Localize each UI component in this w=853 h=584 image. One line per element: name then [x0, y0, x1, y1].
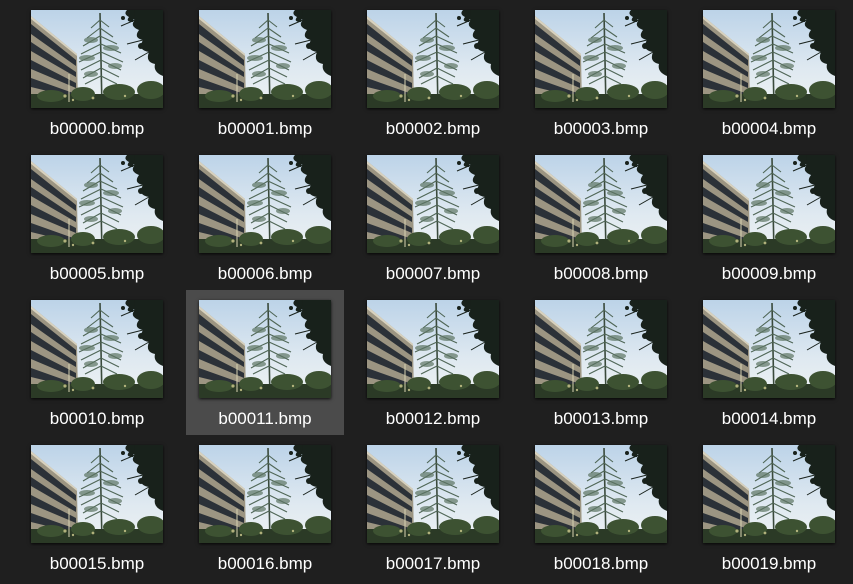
file-item[interactable]: b00018.bmp — [522, 435, 680, 580]
file-name-label: b00008.bmp — [553, 264, 649, 283]
file-name-label: b00018.bmp — [553, 554, 649, 573]
file-name-label: b00005.bmp — [49, 264, 145, 283]
file-thumbnail — [31, 155, 163, 253]
file-thumbnail — [199, 10, 331, 108]
file-thumbnail — [199, 155, 331, 253]
file-item[interactable]: b00016.bmp — [186, 435, 344, 580]
thumbnail-image — [367, 445, 499, 543]
file-name-label: b00019.bmp — [721, 554, 817, 573]
file-thumbnail — [703, 300, 835, 398]
thumbnail-image — [31, 445, 163, 543]
file-name-label: b00011.bmp — [218, 409, 312, 428]
thumbnail-image — [367, 300, 499, 398]
thumbnail-image — [535, 155, 667, 253]
thumbnail-image — [367, 155, 499, 253]
thumbnail-image — [703, 10, 835, 108]
file-item[interactable]: b00010.bmp — [18, 290, 176, 435]
file-thumbnail — [367, 10, 499, 108]
file-name-label: b00012.bmp — [385, 409, 481, 428]
file-name-label: b00007.bmp — [385, 264, 481, 283]
file-name-label: b00015.bmp — [49, 554, 145, 573]
file-name-label: b00013.bmp — [553, 409, 649, 428]
thumbnail-image — [367, 10, 499, 108]
file-thumbnail — [367, 155, 499, 253]
file-thumbnail — [535, 10, 667, 108]
file-item[interactable]: b00006.bmp — [186, 145, 344, 290]
file-item[interactable]: b00011.bmp — [186, 290, 344, 435]
file-thumbnail — [199, 445, 331, 543]
thumbnail-image — [703, 300, 835, 398]
file-name-label: b00014.bmp — [721, 409, 817, 428]
file-item[interactable]: b00014.bmp — [690, 290, 848, 435]
thumbnail-image — [535, 300, 667, 398]
file-item[interactable]: b00019.bmp — [690, 435, 848, 580]
file-item[interactable]: b00008.bmp — [522, 145, 680, 290]
file-name-label: b00006.bmp — [217, 264, 313, 283]
file-item[interactable]: b00012.bmp — [354, 290, 512, 435]
file-item[interactable]: b00003.bmp — [522, 0, 680, 145]
file-thumbnail — [703, 155, 835, 253]
file-thumbnail — [367, 445, 499, 543]
file-item[interactable]: b00007.bmp — [354, 145, 512, 290]
file-item[interactable]: b00015.bmp — [18, 435, 176, 580]
file-item[interactable]: b00013.bmp — [522, 290, 680, 435]
thumbnail-image — [199, 445, 331, 543]
file-thumbnail — [31, 445, 163, 543]
file-item[interactable]: b00005.bmp — [18, 145, 176, 290]
file-thumbnail — [535, 300, 667, 398]
thumbnail-image — [703, 155, 835, 253]
file-name-label: b00002.bmp — [385, 119, 481, 138]
file-thumbnail — [31, 10, 163, 108]
file-name-label: b00017.bmp — [385, 554, 481, 573]
thumbnail-image — [199, 10, 331, 108]
thumbnail-image — [199, 155, 331, 253]
file-name-label: b00010.bmp — [49, 409, 145, 428]
file-grid: b00000.bmp b00001.bmp b00002.bmp b00003.bmp… — [18, 0, 848, 580]
file-item[interactable]: b00000.bmp — [18, 0, 176, 145]
thumbnail-image — [31, 10, 163, 108]
file-item[interactable]: b00002.bmp — [354, 0, 512, 145]
file-thumbnail — [535, 155, 667, 253]
thumbnail-image — [703, 445, 835, 543]
file-thumbnail — [535, 445, 667, 543]
file-thumbnail — [703, 445, 835, 543]
thumbnail-image — [535, 10, 667, 108]
file-name-label: b00000.bmp — [49, 119, 145, 138]
thumbnail-image — [31, 155, 163, 253]
file-item[interactable]: b00004.bmp — [690, 0, 848, 145]
thumbnail-image — [31, 300, 163, 398]
file-item[interactable]: b00001.bmp — [186, 0, 344, 145]
file-thumbnail — [31, 300, 163, 398]
file-item[interactable]: b00017.bmp — [354, 435, 512, 580]
file-name-label: b00009.bmp — [721, 264, 817, 283]
file-name-label: b00004.bmp — [721, 119, 817, 138]
thumbnail-image — [199, 300, 331, 398]
file-thumbnail — [199, 300, 331, 398]
file-name-label: b00016.bmp — [217, 554, 313, 573]
file-thumbnail — [703, 10, 835, 108]
file-name-label: b00003.bmp — [553, 119, 649, 138]
thumbnail-image — [535, 445, 667, 543]
file-thumbnail — [367, 300, 499, 398]
file-item[interactable]: b00009.bmp — [690, 145, 848, 290]
file-name-label: b00001.bmp — [217, 119, 313, 138]
